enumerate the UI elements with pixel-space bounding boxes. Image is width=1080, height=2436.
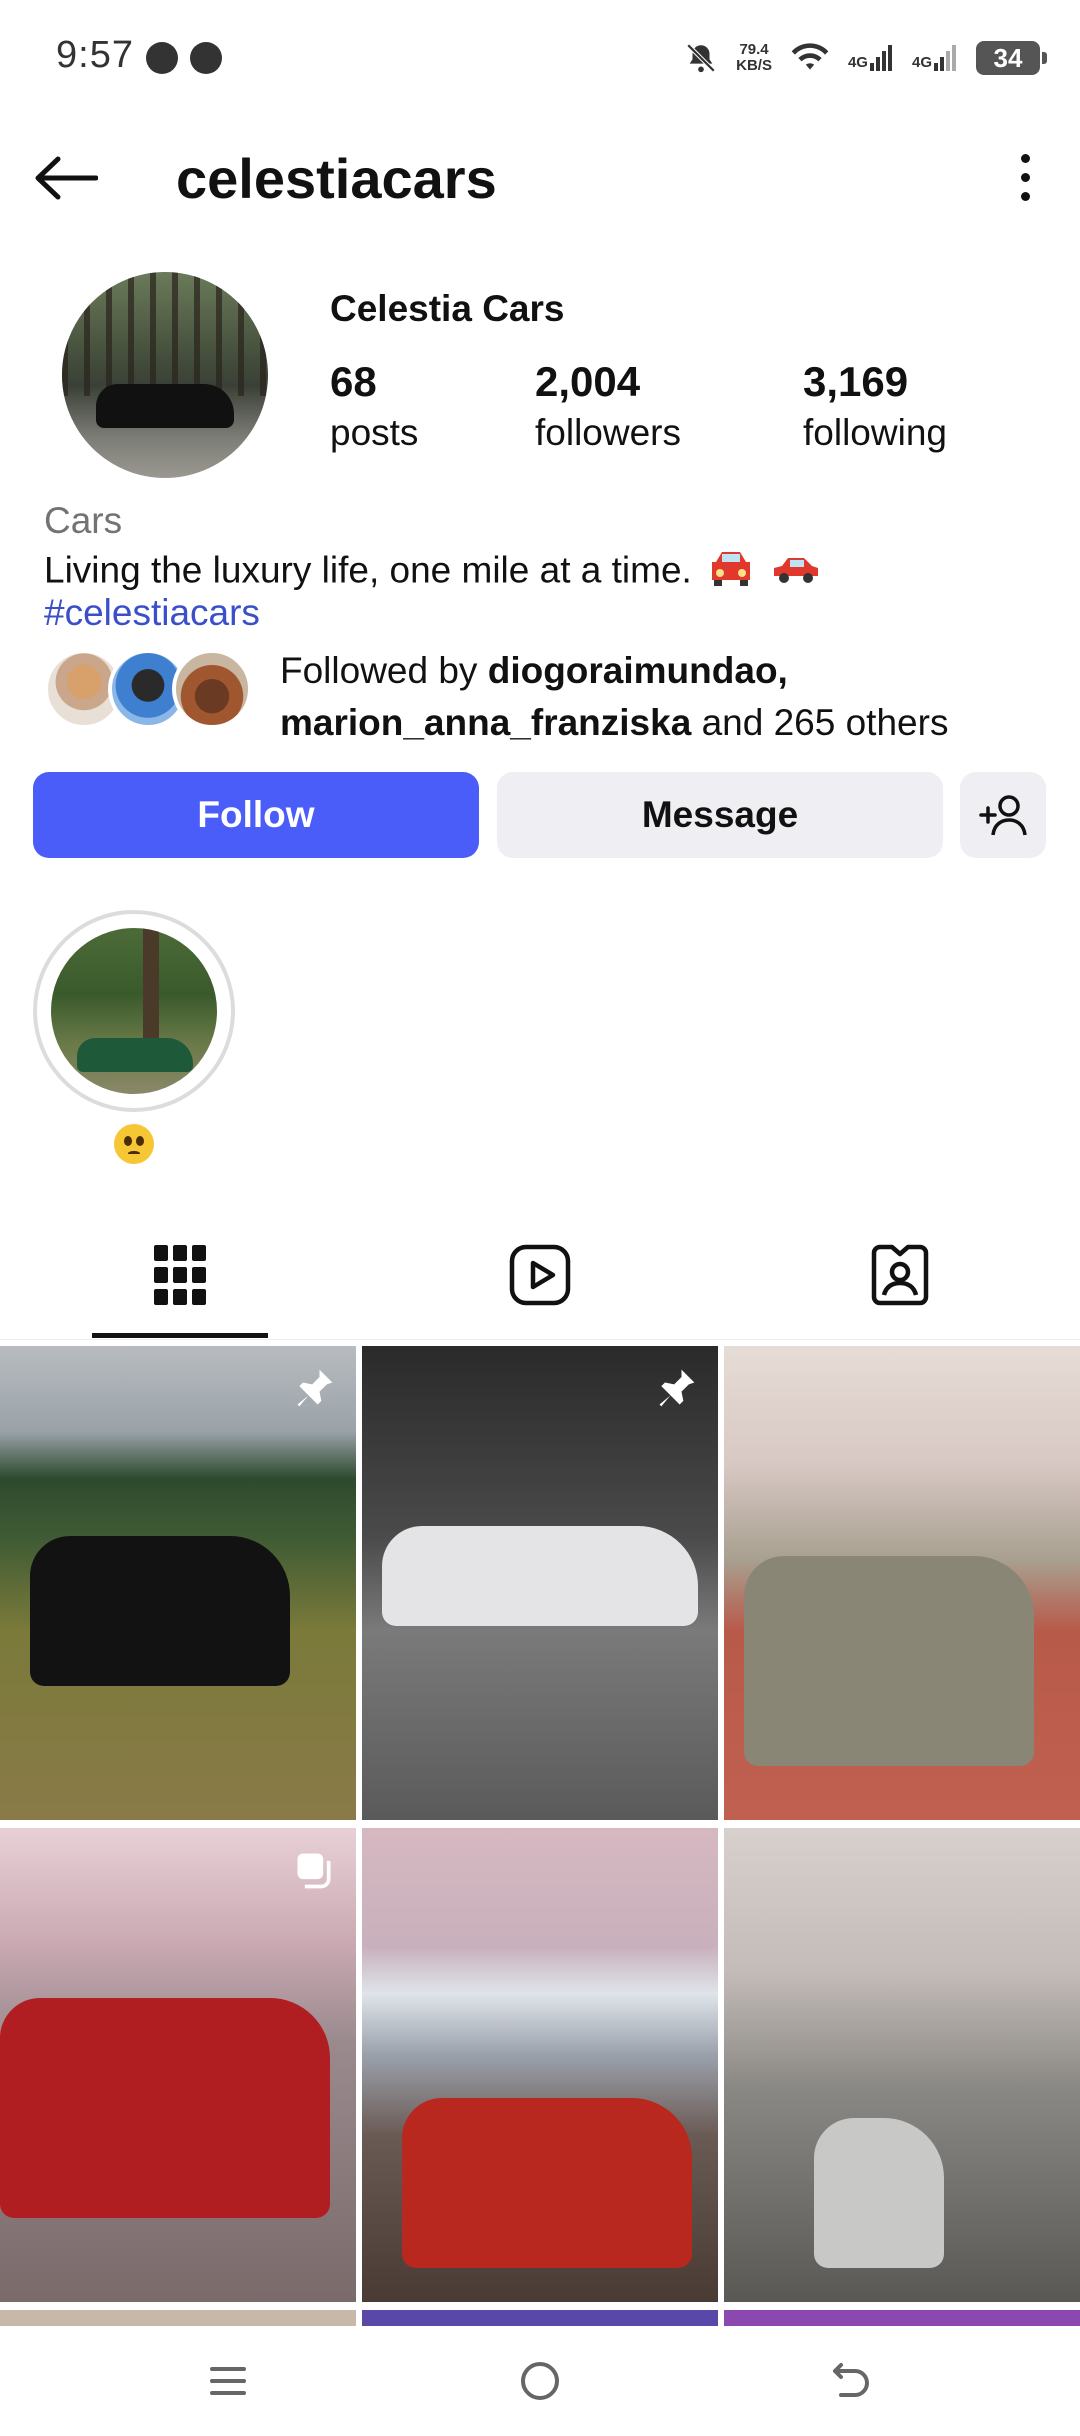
profile-header: celestiacars bbox=[0, 130, 1080, 225]
signal-1: 4G bbox=[848, 45, 894, 71]
signal-bars-icon bbox=[934, 45, 956, 71]
bio-hashtag-link[interactable]: #celestiacars bbox=[44, 592, 260, 634]
profile-category: Cars bbox=[44, 500, 123, 541]
page-title-username: celestiacars bbox=[176, 147, 497, 210]
stat-following-label: following bbox=[803, 412, 947, 453]
status-bar: 9:57 79.4 KB/S 4G 4G 34 bbox=[0, 0, 1080, 120]
highlight-trunk bbox=[143, 928, 159, 1038]
avatar-car bbox=[96, 384, 234, 428]
system-nav-bar bbox=[0, 2326, 1080, 2436]
post-thumbnail-partial[interactable] bbox=[362, 2310, 718, 2326]
post-car-shape bbox=[814, 2118, 944, 2268]
car-front-emoji-icon bbox=[708, 548, 754, 597]
back-nav-button[interactable] bbox=[812, 2348, 892, 2414]
car-side-emoji-icon bbox=[770, 548, 820, 597]
post-thumbnail-partial[interactable] bbox=[0, 2310, 356, 2326]
reels-icon bbox=[509, 1244, 571, 1306]
back-button[interactable] bbox=[28, 148, 104, 208]
signal-2: 4G bbox=[912, 45, 958, 71]
more-dot bbox=[1020, 172, 1030, 182]
bio-text: Living the luxury life, one mile at a ti… bbox=[44, 549, 692, 591]
active-tab-indicator bbox=[92, 1333, 268, 1338]
post-thumbnail[interactable] bbox=[362, 1346, 718, 1820]
follower-name[interactable]: marion_anna_franziska bbox=[280, 702, 691, 743]
follower-avatar bbox=[172, 649, 252, 729]
stat-posts[interactable]: 68 posts bbox=[330, 358, 418, 454]
story-highlight[interactable] bbox=[33, 910, 235, 1112]
post-car-shape bbox=[30, 1536, 290, 1686]
signal-bars-icon bbox=[869, 45, 892, 71]
post-car-shape bbox=[382, 1526, 698, 1626]
more-dot bbox=[1020, 191, 1030, 201]
battery-indicator: 34 bbox=[976, 41, 1047, 75]
tab-reels[interactable] bbox=[360, 1210, 720, 1340]
home-button[interactable] bbox=[500, 2348, 580, 2414]
post-car-shape bbox=[402, 2098, 692, 2268]
post-thumbnail[interactable] bbox=[724, 1346, 1080, 1820]
menu-lines-icon bbox=[210, 2367, 246, 2395]
tab-tagged[interactable] bbox=[720, 1210, 1080, 1340]
more-dot bbox=[1020, 153, 1030, 163]
followed-by-row[interactable]: Followed by diogoraimundao, marion_anna_… bbox=[44, 645, 1044, 743]
post-thumbnail[interactable] bbox=[724, 1828, 1080, 2302]
home-circle-icon bbox=[521, 2362, 559, 2400]
suggested-users-button[interactable] bbox=[960, 772, 1046, 858]
arrow-left-icon bbox=[35, 156, 98, 200]
stat-following-count: 3,169 bbox=[803, 358, 909, 405]
profile-bio: Living the luxury life, one mile at a ti… bbox=[44, 548, 820, 597]
pin-icon bbox=[292, 1366, 336, 1415]
message-button[interactable]: Message bbox=[497, 772, 943, 858]
grid-icon bbox=[154, 1245, 206, 1305]
add-person-icon bbox=[979, 795, 1027, 836]
display-name: Celestia Cars bbox=[330, 288, 565, 329]
avatar-trees bbox=[62, 272, 268, 396]
stat-posts-label: posts bbox=[330, 412, 419, 453]
tab-posts-grid[interactable] bbox=[0, 1210, 360, 1340]
carousel-icon bbox=[292, 1848, 336, 1897]
follower-name[interactable]: diogoraimundao, bbox=[488, 650, 788, 691]
pleading-face-emoji-icon bbox=[114, 1124, 154, 1164]
stat-followers-label: followers bbox=[535, 412, 681, 453]
stat-posts-count: 68 bbox=[330, 358, 377, 405]
pin-icon bbox=[654, 1366, 698, 1415]
follow-button[interactable]: Follow bbox=[33, 772, 479, 858]
post-thumbnail[interactable] bbox=[0, 1828, 356, 2302]
stat-followers[interactable]: 2,004 followers bbox=[535, 358, 681, 454]
status-time: 9:57 bbox=[56, 34, 134, 76]
followed-by-text: Followed by diogoraimundao, marion_anna_… bbox=[280, 650, 949, 743]
post-car-shape bbox=[0, 1998, 330, 2218]
highlight-car bbox=[77, 1038, 193, 1072]
notification-app-icon bbox=[146, 42, 178, 74]
more-options-button[interactable] bbox=[1000, 144, 1050, 210]
highlight-cover bbox=[51, 928, 217, 1094]
net-speed: 79.4 KB/S bbox=[736, 41, 772, 74]
recent-apps-button[interactable] bbox=[188, 2348, 268, 2414]
profile-tabs bbox=[0, 1210, 1080, 1340]
wifi-icon bbox=[791, 43, 829, 70]
stat-following[interactable]: 3,169 following bbox=[803, 358, 947, 454]
post-thumbnail-partial[interactable] bbox=[724, 2310, 1080, 2326]
tagged-icon bbox=[871, 1244, 929, 1306]
stat-followers-count: 2,004 bbox=[535, 358, 641, 405]
mute-bell-icon bbox=[686, 43, 716, 73]
messenger-icon bbox=[190, 42, 222, 74]
profile-avatar[interactable] bbox=[62, 272, 268, 478]
post-thumbnail[interactable] bbox=[0, 1346, 356, 1820]
post-car-shape bbox=[744, 1556, 1034, 1766]
post-thumbnail[interactable] bbox=[362, 1828, 718, 2302]
back-arrow-icon bbox=[833, 2363, 869, 2397]
